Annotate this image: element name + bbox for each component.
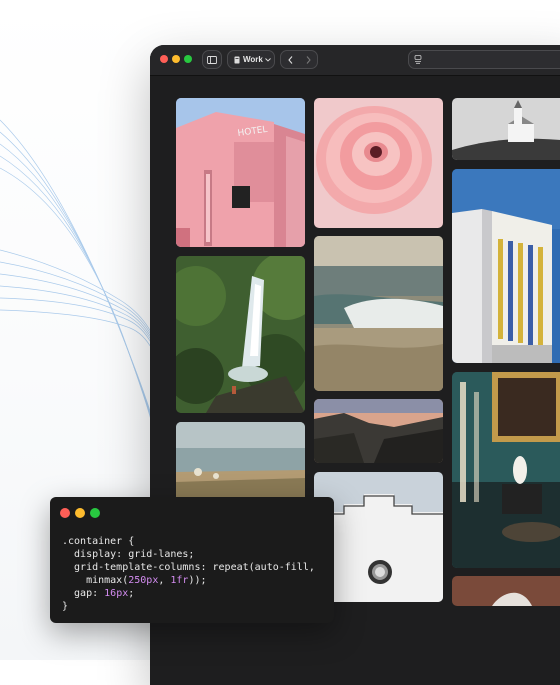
chevron-left-icon: [287, 55, 292, 64]
pink-flower-image: [314, 98, 443, 228]
chevron-down-icon: [265, 57, 271, 62]
photo-ocean-wave[interactable]: [314, 236, 443, 391]
zoom-button[interactable]: [90, 508, 100, 518]
minimize-button[interactable]: [75, 508, 85, 518]
sidebar-icon: [207, 55, 217, 64]
mountains-dusk-image: [314, 399, 443, 463]
code-line: minmax(250px, 1fr));: [62, 575, 207, 586]
waterfall-image: [176, 256, 305, 413]
address-bar[interactable]: [408, 50, 560, 69]
close-button[interactable]: [60, 508, 70, 518]
sea-grass-image: [176, 422, 305, 502]
ornate-room-image: [452, 372, 560, 568]
zoom-button[interactable]: [184, 55, 192, 63]
code-line: }: [62, 601, 69, 612]
photo-white-church[interactable]: [452, 98, 560, 160]
ocean-wave-image: [314, 236, 443, 391]
code-line: gap: 16px;: [62, 588, 135, 599]
code-line: .container {: [62, 536, 135, 547]
photo-ornate-room[interactable]: [452, 372, 560, 568]
browser-toolbar: Work: [150, 45, 560, 76]
navigation-buttons: [280, 50, 318, 69]
code-window: .container { display: grid-lanes; grid-t…: [50, 497, 334, 623]
code-block: .container { display: grid-lanes; grid-t…: [62, 535, 315, 613]
photo-partial-bottom[interactable]: [452, 576, 560, 606]
photo-waterfall[interactable]: [176, 256, 305, 413]
minimize-button[interactable]: [172, 55, 180, 63]
photo-pink-hotel[interactable]: HOTEL: [176, 98, 305, 247]
white-building-image: [452, 169, 560, 363]
chevron-right-icon: [306, 55, 311, 64]
photo-sea-grass[interactable]: [176, 422, 305, 502]
tab-group-label: Work: [243, 55, 263, 64]
back-button[interactable]: [281, 55, 299, 64]
pink-hotel-image: HOTEL: [176, 98, 305, 247]
tab-group-button[interactable]: Work: [227, 50, 275, 69]
photo-pink-flower[interactable]: [314, 98, 443, 228]
forward-button[interactable]: [299, 55, 317, 64]
photo-mountains-dusk[interactable]: [314, 399, 443, 463]
page-settings-icon: [414, 55, 422, 64]
code-line: grid-template-columns: repeat(auto-fill,: [62, 562, 315, 573]
photo-white-building[interactable]: [452, 169, 560, 363]
white-church-image: [452, 98, 560, 160]
tab-group-icon: [234, 56, 240, 63]
partial-photo-image: [452, 576, 560, 606]
sidebar-toggle-button[interactable]: [202, 50, 222, 69]
code-line: display: grid-lanes;: [62, 549, 195, 560]
close-button[interactable]: [160, 55, 168, 63]
